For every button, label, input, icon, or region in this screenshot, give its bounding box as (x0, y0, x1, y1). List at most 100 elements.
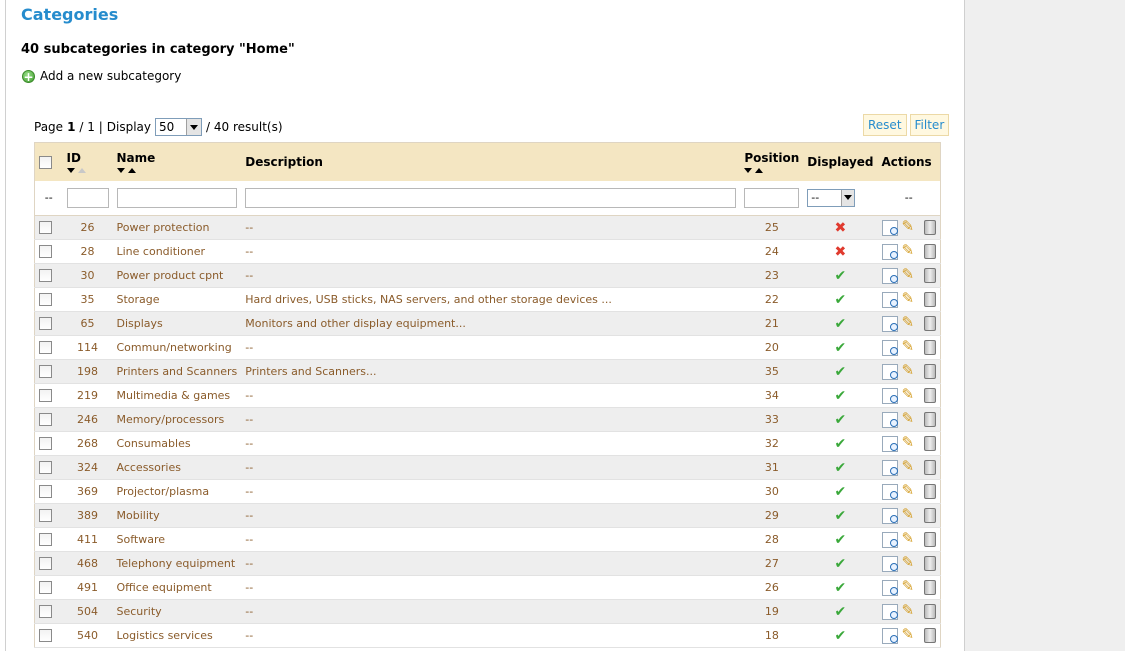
view-icon[interactable] (881, 267, 898, 284)
row-id[interactable]: 268 (62, 431, 113, 456)
row-description[interactable]: Printers and Scanners... (241, 359, 741, 384)
row-id[interactable]: 369 (62, 479, 113, 504)
view-icon[interactable] (881, 411, 898, 428)
check-icon[interactable]: ✔ (835, 556, 847, 572)
row-checkbox[interactable] (39, 605, 52, 619)
row-name[interactable]: Telephony equipment (112, 551, 242, 576)
view-icon[interactable] (881, 363, 898, 380)
row-position[interactable]: 34 (740, 383, 804, 408)
filter-position-input[interactable] (744, 187, 800, 208)
row-description[interactable]: -- (241, 527, 741, 552)
view-icon[interactable] (881, 339, 898, 356)
row-position[interactable]: 26 (740, 575, 804, 600)
row-description[interactable]: -- (241, 239, 741, 264)
view-icon[interactable] (881, 459, 898, 476)
delete-icon[interactable] (923, 460, 936, 475)
row-id[interactable]: 504 (62, 599, 113, 624)
row-position[interactable]: 21 (740, 311, 804, 336)
delete-icon[interactable] (923, 556, 936, 571)
row-checkbox[interactable] (39, 341, 52, 355)
delete-icon[interactable] (923, 604, 936, 619)
edit-icon[interactable] (902, 265, 918, 284)
view-icon[interactable] (881, 483, 898, 500)
view-icon[interactable] (881, 579, 898, 596)
row-name[interactable]: Line conditioner (112, 239, 242, 264)
edit-icon[interactable] (902, 433, 918, 452)
delete-icon[interactable] (923, 244, 936, 259)
row-position[interactable]: 31 (740, 455, 804, 480)
edit-icon[interactable] (902, 313, 918, 332)
edit-icon[interactable] (902, 457, 918, 476)
row-position[interactable]: 35 (740, 359, 804, 384)
view-icon[interactable] (881, 315, 898, 332)
row-position[interactable]: 33 (740, 407, 804, 432)
edit-icon[interactable] (902, 241, 918, 260)
row-checkbox[interactable] (39, 317, 52, 331)
row-name[interactable]: Logistics services (112, 623, 242, 648)
row-position[interactable]: 32 (740, 431, 804, 456)
row-position[interactable]: 30 (740, 479, 804, 504)
row-checkbox[interactable] (39, 533, 52, 547)
view-icon[interactable] (881, 435, 898, 452)
row-checkbox[interactable] (39, 389, 52, 403)
row-id[interactable]: 26 (62, 215, 113, 240)
edit-icon[interactable] (902, 529, 918, 548)
view-icon[interactable] (881, 387, 898, 404)
row-id[interactable]: 35 (62, 287, 113, 312)
row-name[interactable]: Office equipment (112, 575, 242, 600)
reset-button[interactable]: Reset (863, 114, 907, 136)
row-checkbox[interactable] (39, 581, 52, 595)
delete-icon[interactable] (923, 484, 936, 499)
check-icon[interactable]: ✔ (835, 604, 847, 620)
row-name[interactable]: Accessories (112, 455, 242, 480)
row-id[interactable]: 114 (62, 335, 113, 360)
edit-icon[interactable] (902, 289, 918, 308)
edit-icon[interactable] (902, 625, 918, 644)
view-icon[interactable] (881, 603, 898, 620)
edit-icon[interactable] (902, 217, 918, 236)
row-description[interactable]: -- (241, 383, 741, 408)
row-position[interactable]: 27 (740, 551, 804, 576)
row-position[interactable]: 28 (740, 527, 804, 552)
check-icon[interactable]: ✔ (835, 388, 847, 404)
delete-icon[interactable] (923, 412, 936, 427)
check-icon[interactable]: ✔ (835, 532, 847, 548)
delete-icon[interactable] (923, 628, 936, 643)
view-icon[interactable] (881, 507, 898, 524)
row-name[interactable]: Printers and Scanners (112, 359, 242, 384)
sort-asc-icon[interactable] (77, 167, 86, 173)
row-name[interactable]: Power protection (112, 215, 242, 240)
cross-icon[interactable]: ✖ (835, 220, 847, 236)
check-icon[interactable]: ✔ (835, 412, 847, 428)
filter-displayed-select[interactable]: -- (807, 188, 856, 207)
edit-icon[interactable] (902, 409, 918, 428)
row-name[interactable]: Multimedia & games (112, 383, 242, 408)
row-description[interactable]: -- (241, 503, 741, 528)
row-id[interactable]: 30 (62, 263, 113, 288)
filter-button[interactable]: Filter (909, 114, 950, 136)
row-id[interactable]: 411 (62, 527, 113, 552)
filter-name-input[interactable] (116, 187, 238, 208)
row-checkbox[interactable] (39, 437, 52, 451)
row-description[interactable]: -- (241, 215, 741, 240)
row-checkbox[interactable] (39, 629, 52, 643)
add-subcategory-link[interactable]: + Add a new subcategory (22, 69, 181, 83)
row-checkbox[interactable] (39, 269, 52, 283)
row-description[interactable]: -- (241, 599, 741, 624)
sort-desc-icon[interactable] (744, 167, 753, 173)
edit-icon[interactable] (902, 505, 918, 524)
row-id[interactable]: 491 (62, 575, 113, 600)
row-name[interactable]: Power product cpnt (112, 263, 242, 288)
filter-id-input[interactable] (66, 187, 109, 208)
row-checkbox[interactable] (39, 557, 52, 571)
row-checkbox[interactable] (39, 245, 52, 259)
row-description[interactable]: Monitors and other display equipment... (241, 311, 741, 336)
edit-icon[interactable] (902, 385, 918, 404)
row-position[interactable]: 29 (740, 503, 804, 528)
row-name[interactable]: Displays (112, 311, 242, 336)
row-position[interactable]: 19 (740, 599, 804, 624)
row-name[interactable]: Projector/plasma (112, 479, 242, 504)
row-id[interactable]: 389 (62, 503, 113, 528)
check-icon[interactable]: ✔ (835, 364, 847, 380)
check-icon[interactable]: ✔ (835, 436, 847, 452)
